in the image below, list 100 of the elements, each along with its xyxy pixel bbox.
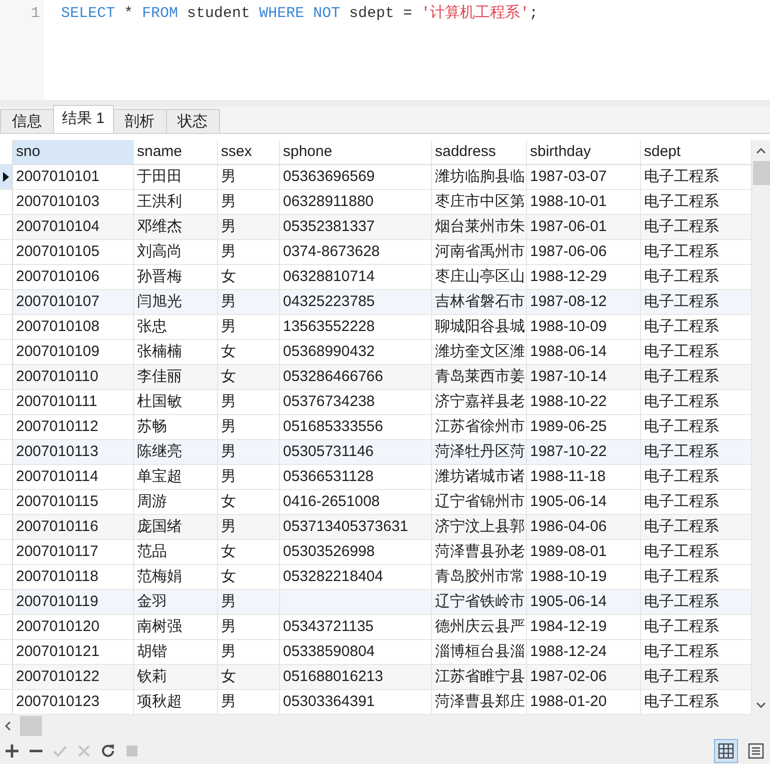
table-cell: 德州庆云县严 bbox=[432, 615, 527, 640]
table-cell: 1987-06-01 bbox=[527, 215, 641, 240]
column-header[interactable]: saddress bbox=[432, 140, 527, 165]
table-cell: 2007010120 bbox=[13, 615, 134, 640]
table-cell: 05352381337 bbox=[280, 215, 432, 240]
table-cell: 053286466766 bbox=[280, 365, 432, 390]
current-row-icon bbox=[3, 172, 9, 182]
vertical-scrollbar[interactable] bbox=[752, 140, 770, 715]
column-header[interactable]: sphone bbox=[280, 140, 432, 165]
table-cell: 2007010110 bbox=[13, 365, 134, 390]
table-cell: 于田田 bbox=[134, 165, 218, 190]
table-cell: 男 bbox=[218, 615, 280, 640]
table-cell: 053713405373631 bbox=[280, 515, 432, 540]
table-cell: 菏泽牡丹区菏 bbox=[432, 440, 527, 465]
grid-view-icon[interactable] bbox=[714, 738, 738, 762]
tab[interactable]: 结果 1 bbox=[53, 105, 114, 133]
down-chevron-icon[interactable] bbox=[756, 702, 766, 708]
table-cell: 男 bbox=[218, 590, 280, 615]
table-cell: 李佳丽 bbox=[134, 365, 218, 390]
table-cell: 04325223785 bbox=[280, 290, 432, 315]
table-cell: 济宁嘉祥县老 bbox=[432, 390, 527, 415]
scrollbar-thumb[interactable] bbox=[20, 716, 42, 736]
table-cell: 庞国绪 bbox=[134, 515, 218, 540]
tab[interactable]: 状态 bbox=[166, 109, 220, 133]
table-cell: 1988-10-22 bbox=[527, 390, 641, 415]
table-cell: 潍坊诸城市诸 bbox=[432, 465, 527, 490]
table-cell: 金羽 bbox=[134, 590, 218, 615]
table-cell: 1988-10-09 bbox=[527, 315, 641, 340]
table-cell: 051688016213 bbox=[280, 665, 432, 690]
table-cell: 1987-03-07 bbox=[527, 165, 641, 190]
table-cell: 陈继亮 bbox=[134, 440, 218, 465]
table-cell: 1987-08-12 bbox=[527, 290, 641, 315]
table-cell: 1987-06-06 bbox=[527, 240, 641, 265]
column-header[interactable]: sno bbox=[13, 140, 134, 165]
table-cell: 聊城阳谷县城 bbox=[432, 315, 527, 340]
table-cell: 2007010108 bbox=[13, 315, 134, 340]
table-cell: 女 bbox=[218, 365, 280, 390]
table-cell: 邓维杰 bbox=[134, 215, 218, 240]
table-cell: 13563552228 bbox=[280, 315, 432, 340]
column-header[interactable]: sbirthday bbox=[527, 140, 641, 165]
table-cell: 05366531128 bbox=[280, 465, 432, 490]
table-cell: 男 bbox=[218, 515, 280, 540]
table-cell: 05305731146 bbox=[280, 440, 432, 465]
plus-icon[interactable] bbox=[5, 744, 19, 758]
column-header[interactable]: sname bbox=[134, 140, 218, 165]
table-cell: 男 bbox=[218, 240, 280, 265]
table-cell: 1986-04-06 bbox=[527, 515, 641, 540]
left-chevron-icon[interactable] bbox=[5, 721, 11, 731]
table-cell: 2007010101 bbox=[13, 165, 134, 190]
table-cell: 05343721135 bbox=[280, 615, 432, 640]
table-cell: 河南省禹州市 bbox=[432, 240, 527, 265]
table-cell: 2007010111 bbox=[13, 390, 134, 415]
table-cell: 吉林省磐石市 bbox=[432, 290, 527, 315]
table-cell: 1987-02-06 bbox=[527, 665, 641, 690]
table-cell: 闫旭光 bbox=[134, 290, 218, 315]
table-cell: 济宁汶上县郭 bbox=[432, 515, 527, 540]
line-number: 1 bbox=[30, 4, 40, 24]
table-cell: 单宝超 bbox=[134, 465, 218, 490]
tab[interactable]: 剖析 bbox=[112, 109, 167, 133]
column-header[interactable]: ssex bbox=[218, 140, 280, 165]
table-cell: 潍坊临朐县临 bbox=[432, 165, 527, 190]
table-cell: 杜国敏 bbox=[134, 390, 218, 415]
table-cell: 05303526998 bbox=[280, 540, 432, 565]
table-cell: 菏泽曹县孙老 bbox=[432, 540, 527, 565]
row-indicator[interactable] bbox=[0, 165, 13, 190]
table-cell: 1989-08-01 bbox=[527, 540, 641, 565]
table-cell: 烟台莱州市朱 bbox=[432, 215, 527, 240]
up-chevron-icon[interactable] bbox=[756, 148, 766, 154]
table-cell: 1987-10-22 bbox=[527, 440, 641, 465]
table-cell: 2007010105 bbox=[13, 240, 134, 265]
sql-code-line: SELECT * FROM student WHERE NOT sdept = '计算机工程系'; bbox=[61, 4, 538, 24]
refresh-icon[interactable] bbox=[101, 744, 115, 758]
table-cell: 女 bbox=[218, 665, 280, 690]
table-cell: 刘高尚 bbox=[134, 240, 218, 265]
table-cell: 男 bbox=[218, 390, 280, 415]
table-cell: 1988-11-18 bbox=[527, 465, 641, 490]
table-cell: 男 bbox=[218, 165, 280, 190]
horizontal-scrollbar[interactable] bbox=[0, 715, 770, 737]
table-cell: 05376734238 bbox=[280, 390, 432, 415]
table-cell: 2007010114 bbox=[13, 465, 134, 490]
table-cell: 范品 bbox=[134, 540, 218, 565]
table-cell: 1987-10-14 bbox=[527, 365, 641, 390]
table-cell: 05363696569 bbox=[280, 165, 432, 190]
tab[interactable]: 信息 bbox=[0, 109, 54, 133]
table-cell: 男 bbox=[218, 440, 280, 465]
table-cell: 2007010117 bbox=[13, 540, 134, 565]
table-cell: 2007010104 bbox=[13, 215, 134, 240]
table-cell: 青岛莱西市姜 bbox=[432, 365, 527, 390]
table-cell: 男 bbox=[218, 290, 280, 315]
table-cell: 钦莉 bbox=[134, 665, 218, 690]
table-cell: 张忠 bbox=[134, 315, 218, 340]
table-cell: 2007010119 bbox=[13, 590, 134, 615]
table-cell: 男 bbox=[218, 465, 280, 490]
table-cell: 辽宁省铁岭市 bbox=[432, 590, 527, 615]
table-cell: 1905-06-14 bbox=[527, 590, 641, 615]
table-cell: 2007010107 bbox=[13, 290, 134, 315]
panel-splitter[interactable] bbox=[0, 100, 770, 107]
table-cell: 女 bbox=[218, 540, 280, 565]
scrollbar-thumb[interactable] bbox=[752, 161, 770, 185]
table-cell: 男 bbox=[218, 215, 280, 240]
